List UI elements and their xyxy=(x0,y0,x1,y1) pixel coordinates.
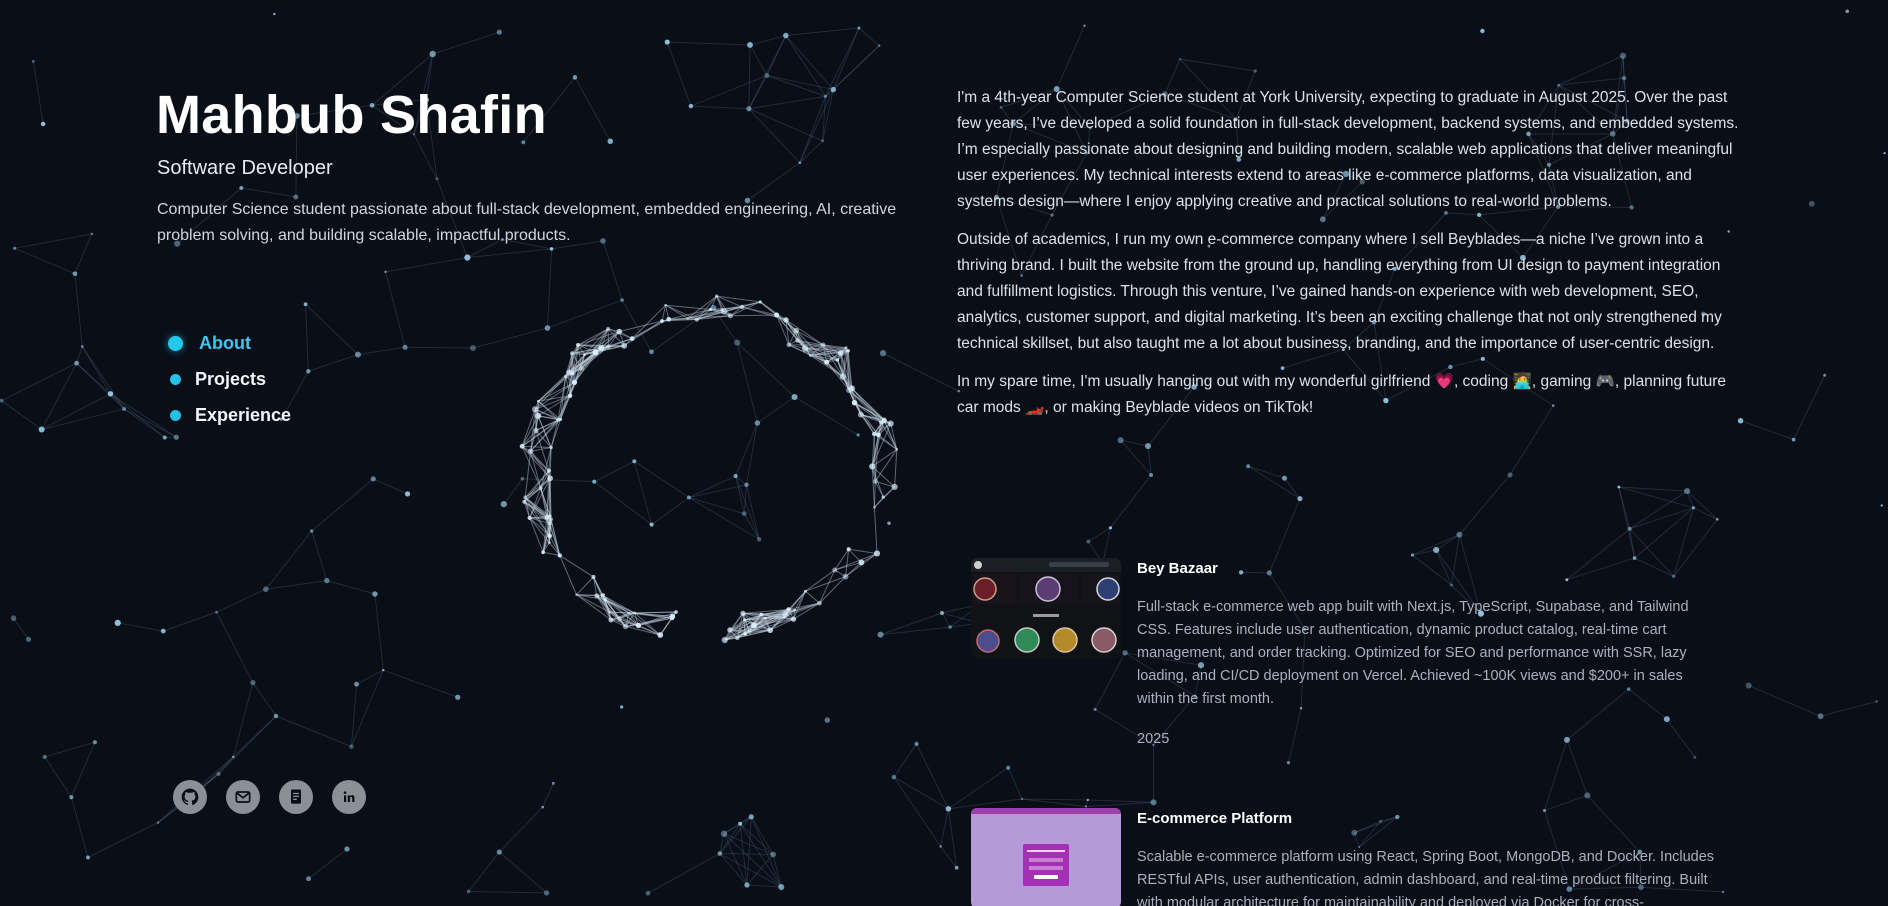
nav-item-projects[interactable]: Projects xyxy=(170,361,291,397)
project-description: Scalable e-commerce platform using React… xyxy=(1137,849,1715,906)
about-paragraph: In my spare time, I'm usually hanging ou… xyxy=(957,373,1727,416)
resume-link[interactable] xyxy=(279,780,313,814)
project-info: E-commerce Platform Scalable e-commerce … xyxy=(1137,808,1717,906)
tagline: Computer Science student passionate abou… xyxy=(157,201,897,244)
project-info: Bey Bazaar Full-stack e-commerce web app… xyxy=(1137,558,1717,747)
project-card[interactable]: E-commerce Platform Scalable e-commerce … xyxy=(971,808,1731,906)
email-link[interactable] xyxy=(226,780,260,814)
project-description: Full-stack e-commerce web app built with… xyxy=(1137,599,1689,707)
section-nav: About Projects Experience xyxy=(168,325,291,433)
project-thumbnail xyxy=(971,558,1121,658)
nav-label: Experience xyxy=(195,404,292,425)
github-icon xyxy=(181,788,199,806)
about-paragraph: I'm a 4th-year Computer Science student … xyxy=(957,89,1739,210)
bey-bazaar-screenshot-image xyxy=(971,558,1121,653)
page-title: Mahbub Shafin xyxy=(156,85,547,145)
linkedin-icon xyxy=(343,791,355,802)
project-year: 2025 xyxy=(1137,731,1170,747)
about-section: I'm a 4th-year Computer Science student … xyxy=(957,85,1739,433)
linkedin-link[interactable] xyxy=(332,780,366,814)
project-card[interactable]: Bey Bazaar Full-stack e-commerce web app… xyxy=(971,558,1731,747)
nav-item-about[interactable]: About xyxy=(168,325,291,361)
ecommerce-login-screenshot-image xyxy=(971,808,1121,886)
github-link[interactable] xyxy=(173,780,207,814)
role-subtitle: Software Developer xyxy=(157,157,333,179)
project-title[interactable]: Bey Bazaar xyxy=(1137,560,1717,577)
nav-label: About xyxy=(199,332,251,353)
dot-icon xyxy=(170,409,181,421)
nav-label: Projects xyxy=(195,368,267,389)
social-links xyxy=(173,780,366,814)
resume-icon xyxy=(291,789,301,804)
project-thumbnail xyxy=(971,808,1121,906)
about-paragraph: Outside of academics, I run my own e-com… xyxy=(957,231,1722,352)
dot-icon xyxy=(170,373,181,385)
active-dot-icon xyxy=(168,335,183,351)
mail-icon xyxy=(235,791,251,803)
project-title[interactable]: E-commerce Platform xyxy=(1137,810,1717,827)
nav-item-experience[interactable]: Experience xyxy=(170,397,291,433)
